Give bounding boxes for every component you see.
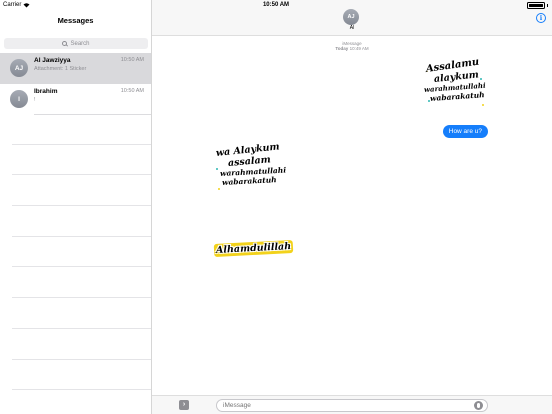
outgoing-message-bubble[interactable]: How are u? — [442, 125, 488, 138]
search-placeholder: Search — [70, 40, 90, 47]
sidebar-title: Messages — [57, 16, 94, 25]
empty-row-divider — [12, 206, 151, 237]
empty-row-divider — [12, 145, 151, 176]
avatar: AJ — [10, 59, 28, 77]
conversation-time: 10:50 AM — [120, 57, 144, 63]
search-icon — [62, 41, 68, 46]
empty-list-area — [12, 114, 151, 391]
search-input[interactable]: Search — [4, 38, 148, 49]
battery-indicator — [526, 2, 548, 9]
avatar: I — [10, 90, 28, 108]
empty-row-divider — [12, 298, 151, 329]
empty-row-divider — [12, 329, 151, 360]
conversation-name: Al Jawziyya — [34, 57, 71, 64]
message-input[interactable] — [216, 399, 488, 412]
info-icon[interactable]: i — [536, 13, 546, 23]
contact-avatar[interactable]: AJ — [343, 9, 359, 25]
sticker-text: wabarakatuh — [221, 175, 277, 187]
conversation-list: AJ Al Jawziyya 10:50 AM Attachment: 1 St… — [0, 53, 151, 115]
conversation-name: Ibrahim — [34, 88, 58, 95]
apps-button[interactable]: › — [179, 400, 189, 410]
conversation-preview: ! — [34, 97, 36, 103]
sticker-wa-alaykum-assalam[interactable]: wa Alaykum assalam warahmatullahi wabara… — [214, 141, 286, 206]
conversation-preview: Attachment: 1 Sticker — [34, 66, 87, 72]
sticker-sparkle — [482, 104, 484, 106]
conversation-sidebar: Messages Search AJ Al Jawziyya 10:50 AM … — [0, 0, 152, 414]
microphone-icon[interactable] — [474, 401, 483, 410]
status-bar: Carrier 10:50 AM — [0, 0, 552, 10]
sticker-assalamu-alaykum[interactable]: Assalamu alaykum warahmatullahi wabaraka… — [422, 57, 488, 116]
conversation-time: 10:50 AM — [120, 88, 144, 94]
status-time: 10:50 AM — [262, 2, 290, 8]
timestamp-time: 10:49 AM — [349, 46, 369, 51]
empty-row-divider — [12, 114, 151, 145]
chevron-right-icon: › — [182, 401, 186, 408]
conversation-pane: AJ Al i iMessage Today 10:49 AM Assalamu… — [152, 0, 552, 414]
empty-row-divider — [12, 175, 151, 207]
empty-row-divider — [12, 267, 151, 299]
conversation-row-al-jawziyya[interactable]: AJ Al Jawziyya 10:50 AM Attachment: 1 St… — [0, 53, 151, 84]
contact-name[interactable]: Al — [152, 25, 552, 31]
sticker-sparkle — [216, 168, 218, 170]
message-timestamp: Today 10:49 AM — [152, 46, 552, 51]
sticker-text: Alhamdulillah — [213, 239, 294, 258]
battery-icon — [526, 2, 545, 9]
battery-tip — [546, 4, 548, 7]
conversation-row-ibrahim[interactable]: I Ibrahim 10:50 AM ! — [0, 84, 151, 115]
battery-fill — [528, 4, 543, 7]
empty-row-divider — [12, 237, 151, 268]
empty-row-divider — [12, 360, 151, 391]
sticker-alhamdulillah[interactable]: Alhamdulillah — [213, 236, 294, 258]
timestamp-day: Today — [335, 46, 349, 51]
sticker-sparkle — [218, 188, 220, 190]
message-composer: › — [152, 395, 552, 414]
